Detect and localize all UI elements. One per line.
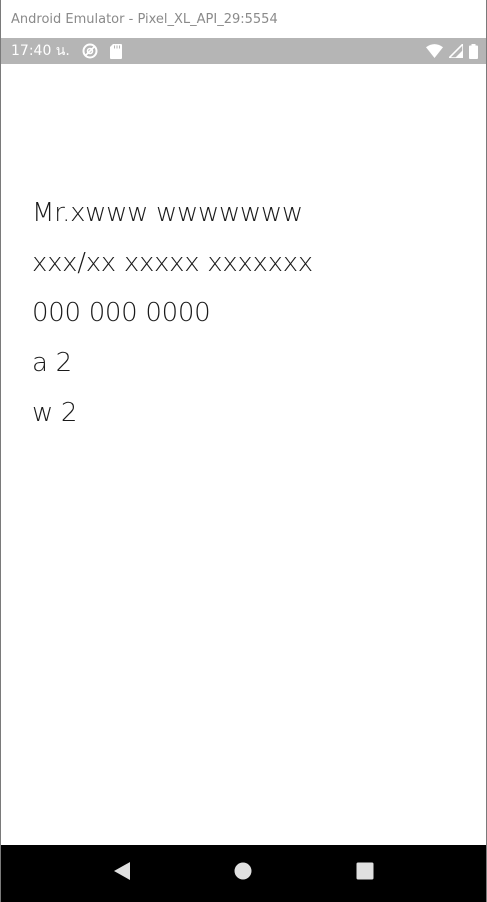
- emulator-window: Android Emulator - Pixel_XL_API_29:5554 …: [0, 0, 487, 902]
- status-bar-right: [426, 43, 478, 59]
- window-titlebar: Android Emulator - Pixel_XL_API_29:5554: [1, 0, 486, 38]
- back-button[interactable]: [102, 854, 142, 894]
- phone-text: 000 000 0000: [32, 298, 211, 328]
- status-bar: 17:40 น.: [1, 38, 486, 64]
- sd-card-icon: [109, 43, 122, 59]
- do-not-disturb-icon: [82, 43, 98, 59]
- recents-icon: [356, 862, 374, 885]
- status-bar-left: 17:40 น.: [11, 40, 122, 62]
- recents-button[interactable]: [345, 854, 385, 894]
- w-value-text: w 2: [32, 398, 78, 428]
- home-icon: [234, 862, 252, 885]
- name-text: Mr.xwww wwwwwww: [32, 198, 303, 228]
- status-time: 17:40 น.: [11, 43, 70, 59]
- app-content: Mr.xwww wwwwwww xxx/xx xxxxx xxxxxxx 000…: [1, 64, 486, 438]
- cell-signal-icon: [449, 44, 463, 58]
- address-text: xxx/xx xxxxx xxxxxxx: [32, 248, 313, 278]
- wifi-icon: [426, 44, 443, 58]
- window-title: Android Emulator - Pixel_XL_API_29:5554: [11, 11, 278, 27]
- back-icon: [113, 861, 131, 886]
- navigation-bar: [1, 845, 486, 902]
- a-value-text: a 2: [32, 348, 72, 378]
- home-button[interactable]: [223, 854, 263, 894]
- battery-icon: [469, 43, 478, 59]
